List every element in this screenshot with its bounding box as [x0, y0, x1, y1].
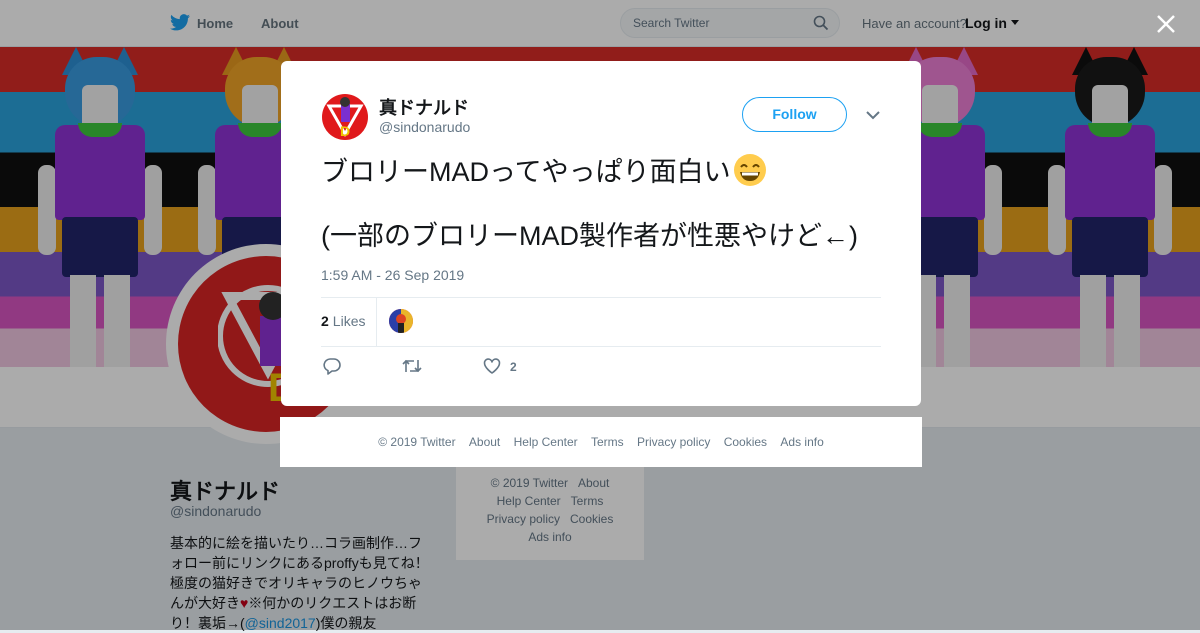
avatar-emblem-image: D	[326, 97, 364, 139]
close-icon[interactable]	[1155, 13, 1177, 35]
likes-stat[interactable]: 2 Likes	[321, 313, 365, 329]
likes-count: 2	[321, 313, 329, 329]
likes-label: Likes	[332, 313, 366, 329]
like-action-count: 2	[510, 360, 517, 374]
footer-help-link[interactable]: Help Center	[514, 435, 578, 449]
footer-ads-link[interactable]: Ads info	[780, 435, 823, 449]
tweet-stats: 2 Likes	[321, 297, 881, 347]
reply-icon[interactable]	[323, 357, 341, 375]
chevron-down-icon[interactable]	[866, 110, 880, 120]
modal-footer: © 2019 Twitter About Help Center Terms P…	[280, 417, 922, 467]
tweet-modal: D 真ドナルド @sindonarudo Follow ブロリーMADってやっぱ…	[281, 61, 921, 406]
footer-about-link[interactable]: About	[469, 435, 500, 449]
retweet-icon[interactable]	[402, 357, 422, 375]
grinning-emoji-icon	[733, 154, 766, 186]
author-name[interactable]: 真ドナルド	[379, 94, 469, 120]
tweet-text-line2: (一部のブロリーMAD製作者が性悪やけど←)	[321, 221, 858, 251]
liker-avatar[interactable]	[389, 309, 413, 333]
footer-terms-link[interactable]: Terms	[591, 435, 624, 449]
author-handle[interactable]: @sindonarudo	[379, 119, 470, 135]
tweet-text: ブロリーMADってやっぱり面白い (一部のブロリーMAD製作者が性悪やけど←)	[321, 153, 891, 252]
svg-text:D: D	[340, 123, 350, 139]
footer-copyright: © 2019 Twitter	[378, 435, 456, 449]
tweet-timestamp[interactable]: 1:59 AM - 26 Sep 2019	[321, 267, 464, 283]
follow-button[interactable]: Follow	[742, 97, 847, 132]
heart-icon[interactable]	[483, 357, 501, 375]
author-avatar[interactable]: D	[322, 94, 368, 140]
footer-privacy-link[interactable]: Privacy policy	[637, 435, 710, 449]
tweet-actions: 2	[321, 357, 621, 377]
stat-divider	[376, 298, 377, 346]
tweet-text-line1: ブロリーMADってやっぱり面白い	[321, 157, 731, 187]
footer-cookies-link[interactable]: Cookies	[724, 435, 767, 449]
